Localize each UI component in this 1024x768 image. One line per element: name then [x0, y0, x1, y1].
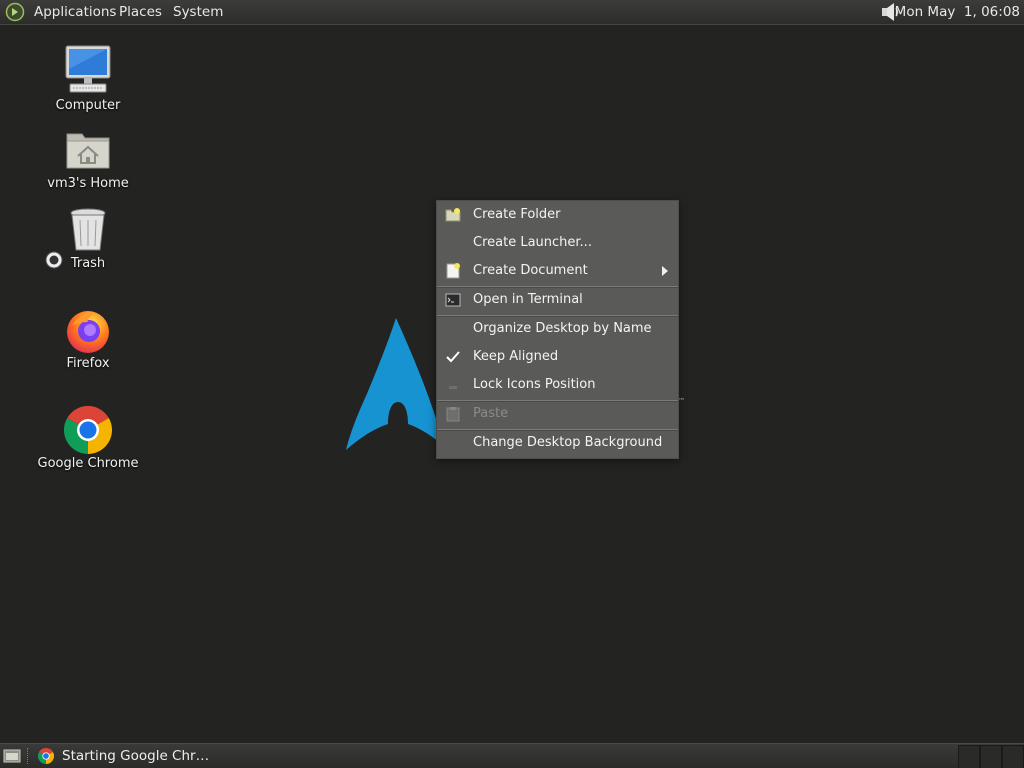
firefox-icon — [67, 311, 109, 353]
menu-item-create-launcher[interactable]: Create Launcher... — [437, 229, 678, 257]
paste-icon — [446, 407, 460, 422]
menu-item-create-document[interactable]: Create Document — [437, 257, 678, 285]
checkmark-icon — [446, 351, 460, 363]
emblem-icon — [45, 251, 63, 269]
menu-item-keep-aligned[interactable]: Keep Aligned — [437, 343, 678, 371]
menu-item-change-background[interactable]: Change Desktop Background — [437, 429, 678, 457]
desktop-context-menu: Create Folder Create Launcher... Create … — [436, 200, 679, 459]
workspace-1[interactable] — [958, 745, 980, 768]
clock[interactable]: Mon May 1, 06:08 — [895, 3, 1020, 21]
menu-item-paste: Paste — [437, 400, 678, 428]
home-folder-icon — [66, 133, 110, 169]
desktop-icon-label: vm3's Home — [47, 176, 129, 191]
menu-item-organize-desktop[interactable]: Organize Desktop by Name — [437, 315, 678, 343]
workspace-2[interactable] — [980, 745, 1002, 768]
desktop-icon-home[interactable]: vm3's Home — [28, 126, 148, 191]
desktop-icon-computer[interactable]: Computer — [28, 44, 148, 113]
submenu-arrow-icon — [662, 266, 668, 276]
taskbar-button-chrome[interactable]: Starting Google Chr… — [32, 745, 209, 767]
system-menu[interactable]: System — [169, 3, 227, 21]
terminal-icon — [445, 293, 461, 307]
taskbar-label: Starting Google Chr… — [62, 748, 210, 764]
trademark-mark: ™ — [678, 397, 685, 405]
desktop-icon-label: Computer — [55, 98, 121, 113]
show-desktop-icon[interactable] — [3, 747, 21, 765]
new-folder-icon — [445, 208, 461, 222]
menu-item-lock-icons[interactable]: Lock Icons Position — [437, 371, 678, 399]
new-document-icon — [446, 263, 460, 279]
menu-item-create-folder[interactable]: Create Folder — [437, 201, 678, 229]
chrome-icon — [38, 748, 54, 764]
menu-item-open-terminal[interactable]: Open in Terminal — [437, 286, 678, 314]
panel-handle[interactable] — [27, 748, 31, 764]
bottom-panel: Starting Google Chr… — [0, 743, 1024, 768]
desktop-icon-label: Google Chrome — [37, 456, 139, 471]
chrome-icon — [64, 406, 112, 454]
applications-menu[interactable]: Applications — [30, 3, 120, 21]
desktop-icon-chrome[interactable]: Google Chrome — [28, 406, 148, 471]
computer-icon — [65, 45, 111, 93]
workspace-3[interactable] — [1002, 745, 1024, 768]
desktop-icon-label: Firefox — [66, 356, 110, 371]
desktop-icon-firefox[interactable]: Firefox — [28, 306, 148, 371]
trash-icon — [70, 208, 106, 251]
places-menu[interactable]: Places — [115, 3, 166, 21]
arch-linux-logo — [346, 318, 444, 450]
unchecked-box-icon — [449, 386, 457, 389]
gnome-foot-icon[interactable] — [5, 2, 25, 22]
top-panel: Applications Places System Mon May 1, 06… — [0, 0, 1024, 25]
